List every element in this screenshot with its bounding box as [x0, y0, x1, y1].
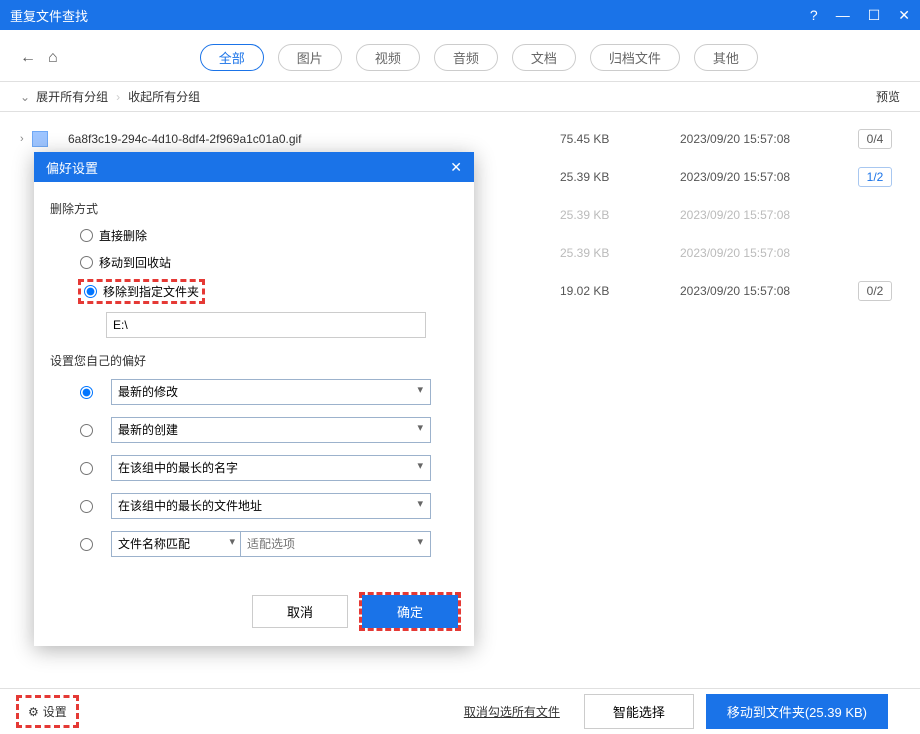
file-date: 2023/09/20 15:57:08 [680, 284, 850, 298]
tab-all[interactable]: 全部 [200, 44, 264, 71]
radio-recycle-bin[interactable] [80, 256, 93, 269]
file-date: 2023/09/20 15:57:08 [680, 208, 850, 222]
radio-pref-name-match[interactable] [80, 538, 93, 551]
file-date: 2023/09/20 15:57:08 [680, 170, 850, 184]
file-name: 6a8f3c19-294c-4d10-8df4-2f969a1c01a0.gif [68, 132, 560, 146]
expand-all[interactable]: 展开所有分组 [36, 88, 108, 105]
cancel-button[interactable]: 取消 [252, 595, 348, 628]
radio-move-to-folder[interactable] [84, 285, 97, 298]
radio-pref-latest-modified[interactable] [80, 386, 93, 399]
title-bar: 重复文件查找 ? — ☐ ✕ [0, 0, 920, 30]
close-icon[interactable]: ✕ [898, 7, 910, 24]
file-icon [32, 131, 48, 147]
tab-images[interactable]: 图片 [278, 44, 342, 71]
settings-label: 设置 [43, 703, 67, 720]
file-size: 19.02 KB [560, 284, 680, 298]
dialog-header: 偏好设置 ✕ [34, 152, 474, 182]
match-pattern-input[interactable] [241, 531, 431, 557]
radio-delete-direct[interactable] [80, 229, 93, 242]
select-latest-created[interactable]: 最新的创建 [111, 417, 431, 443]
preview-label[interactable]: 预览 [876, 88, 900, 105]
count-badge[interactable]: 1/2 [858, 167, 893, 187]
collapse-all[interactable]: 收起所有分组 [128, 88, 200, 105]
chevron-right-icon[interactable]: › [20, 133, 24, 145]
count-badge[interactable]: 0/4 [858, 129, 893, 149]
nav-buttons: ← ⌂ [20, 49, 58, 67]
tab-docs[interactable]: 文档 [512, 44, 576, 71]
file-size: 75.45 KB [560, 132, 680, 146]
filter-tabs: 全部 图片 视频 音频 文档 归档文件 其他 [58, 44, 900, 71]
radio-label: 移除到指定文件夹 [103, 283, 199, 300]
file-size: 25.39 KB [560, 208, 680, 222]
radio-pref-longest-path[interactable] [80, 500, 93, 513]
file-size: 25.39 KB [560, 170, 680, 184]
select-latest-modified[interactable]: 最新的修改 [111, 379, 431, 405]
chevron-down-icon: ⌄ [20, 90, 30, 104]
tab-videos[interactable]: 视频 [356, 44, 420, 71]
file-size: 25.39 KB [560, 246, 680, 260]
close-icon[interactable]: ✕ [450, 159, 462, 176]
select-longest-name[interactable]: 在该组中的最长的名字 [111, 455, 431, 481]
count-badge[interactable]: 0/2 [858, 281, 893, 301]
home-icon[interactable]: ⌂ [48, 49, 58, 67]
preferences-dialog: 偏好设置 ✕ 删除方式 直接删除 移动到回收站 移除到指定文件夹 设置您自己的 [34, 152, 474, 646]
bottom-bar: ⚙ 设置 取消勾选所有文件 智能选择 移动到文件夹(25.39 KB) [0, 688, 920, 734]
gear-icon: ⚙ [28, 705, 39, 719]
tab-other[interactable]: 其他 [694, 44, 758, 71]
help-icon[interactable]: ? [810, 7, 818, 23]
select-name-match[interactable]: 文件名称匹配 [111, 531, 241, 557]
tab-archives[interactable]: 归档文件 [590, 44, 680, 71]
tab-audio[interactable]: 音频 [434, 44, 498, 71]
file-date: 2023/09/20 15:57:08 [680, 246, 850, 260]
toolbar: ← ⌂ 全部 图片 视频 音频 文档 归档文件 其他 [0, 30, 920, 81]
settings-button[interactable]: ⚙ 设置 [20, 699, 75, 724]
move-to-folder-button[interactable]: 移动到文件夹(25.39 KB) [706, 694, 888, 729]
radio-label: 直接删除 [99, 227, 147, 244]
radio-label: 移动到回收站 [99, 254, 171, 271]
radio-pref-longest-name[interactable] [80, 462, 93, 475]
back-icon[interactable]: ← [20, 49, 36, 67]
dialog-title: 偏好设置 [46, 158, 98, 177]
deselect-all-link[interactable]: 取消勾选所有文件 [464, 703, 560, 720]
ok-button[interactable]: 确定 [362, 595, 458, 628]
delete-mode-label: 删除方式 [50, 200, 458, 217]
group-controls: ⌄ 展开所有分组 › 收起所有分组 预览 [0, 81, 920, 112]
select-longest-path[interactable]: 在该组中的最长的文件地址 [111, 493, 431, 519]
file-date: 2023/09/20 15:57:08 [680, 132, 850, 146]
minimize-icon[interactable]: — [836, 7, 850, 23]
window-controls: ? — ☐ ✕ [810, 7, 910, 24]
folder-path-input[interactable] [106, 312, 426, 338]
radio-pref-latest-created[interactable] [80, 424, 93, 437]
preference-label: 设置您自己的偏好 [50, 352, 458, 369]
window-title: 重复文件查找 [10, 6, 810, 25]
maximize-icon[interactable]: ☐ [868, 7, 881, 24]
smart-select-button[interactable]: 智能选择 [584, 694, 694, 729]
